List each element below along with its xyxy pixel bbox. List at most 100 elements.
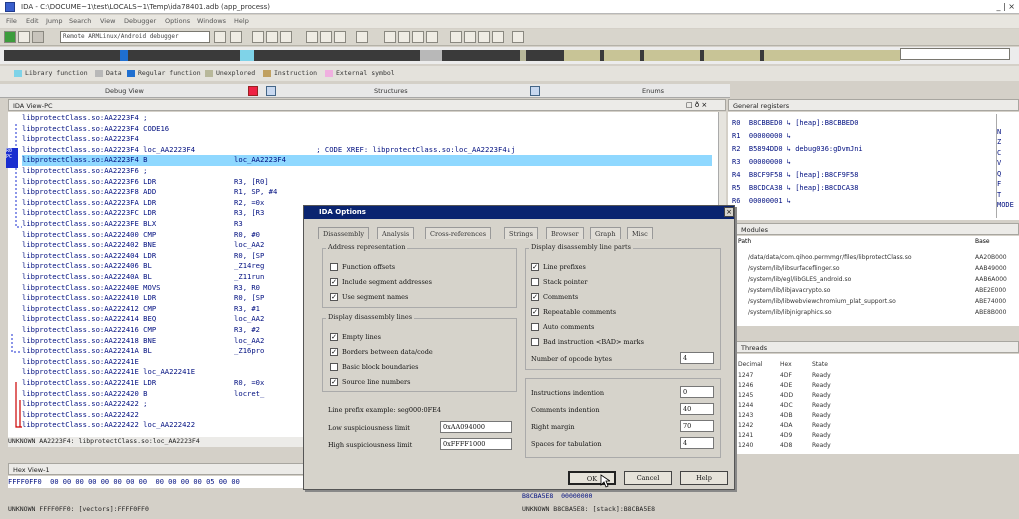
dialog-tab-disassembly[interactable]: Disassembly bbox=[318, 227, 370, 239]
code-line[interactable]: libprotectClass.so:AA222412 CMP R3, #1 bbox=[22, 304, 260, 315]
checkbox-label[interactable]: Repeatable comments bbox=[543, 308, 616, 316]
thread-dec[interactable]: 1245 bbox=[738, 392, 753, 399]
thread-hex[interactable]: 4DE bbox=[780, 382, 792, 389]
module-row[interactable]: /system/lib/libsurfaceflinger.so bbox=[748, 265, 840, 272]
code-line[interactable]: libprotectClass.so:AA2223F8 ADD R1, SP, … bbox=[22, 187, 277, 198]
stack-line[interactable]: B8CBA5E8 00000000 bbox=[522, 492, 592, 500]
close-tab-icon[interactable] bbox=[248, 86, 258, 96]
threads-col-state[interactable]: State bbox=[812, 361, 828, 368]
code-line[interactable]: libprotectClass.so:AA222406 BL _Z14reg bbox=[22, 261, 264, 272]
checkbox[interactable]: ✓ bbox=[531, 263, 539, 271]
register-r2[interactable]: R2 B5894DD0 ↳ debug036:gDvmJni bbox=[732, 145, 863, 153]
indent-field[interactable]: 40 bbox=[680, 403, 714, 415]
threads-col-decimal[interactable]: Decimal bbox=[738, 361, 762, 368]
thread-dec[interactable]: 1243 bbox=[738, 412, 753, 419]
checkbox[interactable]: ✓ bbox=[330, 348, 338, 356]
low-suspiciousness-field[interactable]: 0xAA094000 bbox=[440, 421, 512, 433]
strings-icon[interactable] bbox=[478, 31, 490, 43]
code-line[interactable]: libprotectClass.so:AA222410 LDR R0, [SP bbox=[22, 293, 264, 304]
thread-hex[interactable]: 4DF bbox=[780, 372, 792, 379]
checkbox[interactable]: ✓ bbox=[531, 308, 539, 316]
checkbox-label[interactable]: Stack pointer bbox=[543, 278, 588, 286]
thread-state[interactable]: Ready bbox=[812, 392, 831, 399]
register-r3[interactable]: R3 00000000 ↳ bbox=[732, 158, 791, 166]
thread-dec[interactable]: 1246 bbox=[738, 382, 753, 389]
checkbox[interactable] bbox=[330, 263, 338, 271]
checkbox-label[interactable]: Auto comments bbox=[543, 323, 594, 331]
xrefs-icon[interactable] bbox=[492, 31, 504, 43]
code-line[interactable]: libprotectClass.so:AA222422 loc_AA222422 bbox=[22, 420, 195, 431]
thread-dec[interactable]: 1247 bbox=[738, 372, 753, 379]
module-row[interactable]: /data/data/com.qihoo.permmgr/files/libpr… bbox=[748, 254, 912, 261]
functions-icon[interactable] bbox=[426, 31, 438, 43]
thread-dec[interactable]: 1241 bbox=[738, 432, 753, 439]
checkbox-label[interactable]: Basic block boundaries bbox=[342, 363, 418, 371]
checkbox-label[interactable]: Line prefixes bbox=[543, 263, 586, 271]
code-line[interactable]: libprotectClass.so:AA22241E LDR R0, =0x bbox=[22, 378, 264, 389]
debugger-options-icon[interactable] bbox=[214, 31, 226, 43]
code-line[interactable]: libprotectClass.so:AA2223F6 ; bbox=[22, 166, 148, 177]
jump-forward-icon[interactable] bbox=[398, 31, 410, 43]
code-line[interactable]: libprotectClass.so:AA222400 CMP R0, #0 bbox=[22, 230, 260, 241]
checkbox-label[interactable]: Source line numbers bbox=[342, 378, 410, 386]
code-line[interactable]: libprotectClass.so:AA2223FC LDR R3, [R3 bbox=[22, 208, 264, 219]
code-line[interactable]: libprotectClass.so:AA2223F4 loc_AA2223F4… bbox=[22, 145, 515, 156]
menu-jump[interactable]: Jump bbox=[46, 17, 63, 25]
menu-windows[interactable]: Windows bbox=[197, 17, 226, 25]
checkbox[interactable]: ✓ bbox=[330, 278, 338, 286]
thread-state[interactable]: Ready bbox=[812, 432, 831, 439]
code-line[interactable]: libprotectClass.so:AA22241E loc_AA22241E bbox=[22, 367, 195, 378]
options-icon[interactable] bbox=[512, 31, 524, 43]
checkbox[interactable] bbox=[531, 338, 539, 346]
module-row[interactable]: /system/lib/libjnigraphics.so bbox=[748, 309, 832, 316]
modules-col-base[interactable]: Base bbox=[975, 238, 990, 245]
breakpoint-icon[interactable] bbox=[306, 31, 318, 43]
thread-dec[interactable]: 1240 bbox=[738, 442, 753, 449]
thread-state[interactable]: Ready bbox=[812, 422, 831, 429]
code-line[interactable]: libprotectClass.so:AA2223F4 bbox=[22, 134, 139, 145]
step-into-icon[interactable] bbox=[252, 31, 264, 43]
threads-panel[interactable] bbox=[736, 354, 1019, 454]
dialog-tab-analysis[interactable]: Analysis bbox=[377, 227, 415, 239]
checkbox[interactable] bbox=[531, 278, 539, 286]
code-line[interactable]: libprotectClass.so:AA222414 BEQ loc_AA2 bbox=[22, 314, 264, 325]
thread-dec[interactable]: 1242 bbox=[738, 422, 753, 429]
stop-icon[interactable] bbox=[32, 31, 44, 43]
code-line[interactable]: libprotectClass.so:AA222422 ; bbox=[22, 399, 148, 410]
code-line[interactable]: libprotectClass.so:AA2223FE BLX R3 bbox=[22, 219, 243, 230]
dialog-close-button[interactable]: × bbox=[724, 207, 734, 217]
code-line[interactable]: libprotectClass.so:AA222420 B locret_ bbox=[22, 389, 264, 400]
dialog-tab-strings[interactable]: Strings bbox=[504, 227, 538, 239]
checkbox[interactable] bbox=[330, 363, 338, 371]
menu-file[interactable]: File bbox=[6, 17, 17, 25]
checkbox[interactable]: ✓ bbox=[330, 378, 338, 386]
thread-hex[interactable]: 4DA bbox=[780, 422, 792, 429]
menu-view[interactable]: View bbox=[100, 17, 115, 25]
hex-view-line[interactable]: FFFF0FF0 00 00 00 00 00 00 00 00 00 00 0… bbox=[8, 478, 240, 486]
register-r1[interactable]: R1 00000000 ↳ bbox=[732, 132, 791, 140]
dialog-tab-graph[interactable]: Graph bbox=[590, 227, 621, 239]
step-over-icon[interactable] bbox=[266, 31, 278, 43]
dialog-tab-browser[interactable]: Browser bbox=[546, 227, 584, 239]
menu-search[interactable]: Search bbox=[69, 17, 91, 25]
opcode-bytes-field[interactable]: 4 bbox=[680, 352, 714, 364]
checkbox-label[interactable]: Include segment addresses bbox=[342, 278, 432, 286]
menu-edit[interactable]: Edit bbox=[26, 17, 39, 25]
indent-field[interactable]: 4 bbox=[680, 437, 714, 449]
thread-hex[interactable]: 4D8 bbox=[780, 442, 792, 449]
cancel-button[interactable]: Cancel bbox=[624, 471, 672, 485]
help-button[interactable]: Help bbox=[680, 471, 728, 485]
jump-back-icon[interactable] bbox=[384, 31, 396, 43]
code-line[interactable]: libprotectClass.so:AA2223F6 LDR R3, [R0] bbox=[22, 177, 269, 188]
register-r5[interactable]: R5 B8CDCA38 ↳ [heap]:B8CDCA38 bbox=[732, 184, 858, 192]
checkbox[interactable]: ✓ bbox=[330, 333, 338, 341]
dialog-tab-misc[interactable]: Misc bbox=[627, 227, 653, 239]
menu-help[interactable]: Help bbox=[234, 17, 249, 25]
checkbox[interactable] bbox=[531, 323, 539, 331]
register-r4[interactable]: R4 B8CF9F58 ↳ [heap]:B8CF9F58 bbox=[732, 171, 858, 179]
navigation-band[interactable] bbox=[0, 47, 1019, 64]
checkbox[interactable]: ✓ bbox=[330, 293, 338, 301]
names-icon[interactable] bbox=[464, 31, 476, 43]
code-line[interactable]: libprotectClass.so:AA222416 CMP R3, #2 bbox=[22, 325, 260, 336]
indent-field[interactable]: 70 bbox=[680, 420, 714, 432]
